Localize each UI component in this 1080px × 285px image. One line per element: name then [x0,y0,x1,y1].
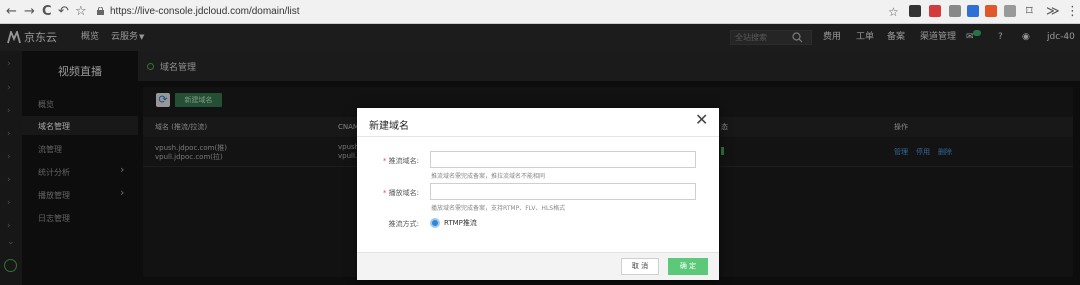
push-domain-hint: 推流域名需完成备案，推拉流域名不能相同 [431,173,546,180]
dialog-footer [357,252,719,280]
undo-icon[interactable]: ↶ [58,4,69,20]
push-domain-label: * 推流域名: [382,157,419,165]
confirm-button[interactable]: 确 定 [668,258,708,275]
new-domain-dialog: 新建域名 ✕ * 推流域名: 推流域名需完成备案，推拉流域名不能相同 * 播放域… [357,108,719,280]
crop-icon[interactable]: ⌑ [1026,4,1033,20]
reload-icon[interactable]: C [42,4,52,20]
extension-icon-3[interactable] [949,5,961,17]
play-domain-hint: 播放域名需完成备案，支持RTMP、FLV、HLS格式 [431,205,566,212]
push-domain-input[interactable] [430,151,696,168]
address-bar[interactable]: https://live-console.jdcloud.com/domain/… [110,4,300,20]
divider [357,136,719,137]
dialog-title: 新建域名 [369,121,409,132]
extension-icon-2[interactable] [929,5,941,17]
browser-toolbar: ← → C ↶ ☆ https://live-console.jdcloud.c… [0,0,1080,24]
back-icon[interactable]: ← [6,4,17,20]
extension-icon-1[interactable] [909,5,921,17]
push-method-label: 推流方式: [388,220,419,228]
extension-icon-5[interactable] [985,5,997,17]
cancel-button[interactable]: 取 消 [621,258,659,275]
rtmp-radio[interactable] [430,218,440,228]
close-icon[interactable]: ✕ [695,110,708,129]
play-domain-input[interactable] [430,183,696,200]
bookmark-star-icon[interactable]: ☆ [75,4,87,20]
more-icon[interactable]: ≫ [1046,4,1060,20]
forward-icon[interactable]: → [24,4,35,20]
extension-icon-4[interactable] [967,5,979,17]
lock-icon [97,7,104,15]
menu-icon[interactable]: ⋮ [1066,4,1079,20]
bookmark-star-icon-right[interactable]: ☆ [888,4,899,20]
play-domain-label: * 播放域名: [382,189,419,197]
rtmp-radio-label[interactable]: RTMP推流 [444,218,477,228]
extension-icon-6[interactable] [1004,5,1016,17]
